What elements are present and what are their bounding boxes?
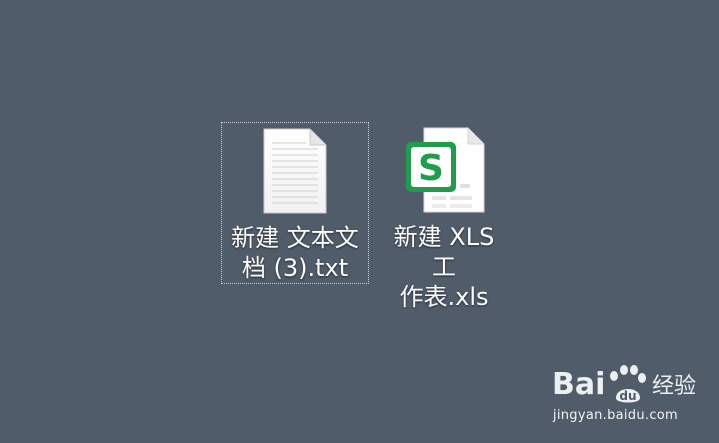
watermark-url: jingyan.baidu.com <box>552 408 678 423</box>
label-line-1: 新建 XLS 工 <box>393 223 495 281</box>
desktop-icon-xls-file[interactable]: S 新建 XLS 工 作表.xls <box>374 122 514 311</box>
label-line-2: 作表.xls <box>399 283 489 311</box>
spreadsheet-icon: S <box>374 126 514 218</box>
baidu-jingyan-watermark: Bai du 经验 jingyan.baidu.com <box>548 360 716 440</box>
desktop[interactable]: 新建 文本文 档 (3).txt S 新建 XLS 工 作表.xls Bai d… <box>0 0 719 443</box>
svg-text:S: S <box>418 148 444 189</box>
logo-text-2: 经验 <box>652 374 696 399</box>
label-line-1: 新建 文本文 <box>231 224 359 252</box>
label-line-2: 档 (3).txt <box>241 254 349 282</box>
desktop-icon-text-file[interactable]: 新建 文本文 档 (3).txt <box>221 122 369 284</box>
baidu-paw-logo-icon: Bai du 经验 <box>552 365 696 403</box>
desktop-icon-label: 新建 文本文 档 (3).txt <box>222 223 368 283</box>
text-document-icon <box>222 127 368 219</box>
logo-text: Bai <box>552 367 605 402</box>
desktop-icon-label: 新建 XLS 工 作表.xls <box>374 222 514 312</box>
svg-text:du: du <box>619 389 636 403</box>
